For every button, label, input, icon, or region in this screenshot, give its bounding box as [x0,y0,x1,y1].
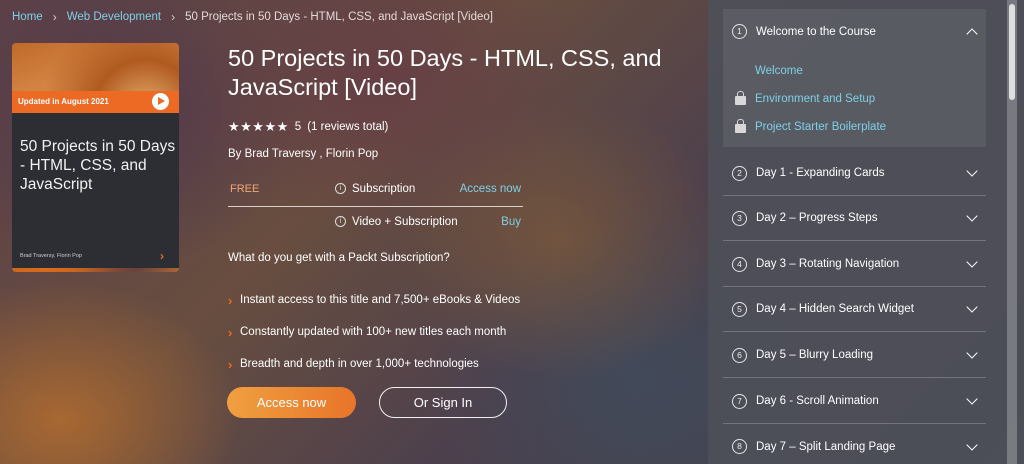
page-title: 50 Projects in 50 Days - HTML, CSS, and … [228,45,662,100]
breadcrumb-home[interactable]: Home [12,11,43,23]
list-item: › Constantly updated with 100+ new title… [228,316,520,348]
section-number: 3 [732,210,747,226]
plan-name: Video + Subscription [352,216,458,228]
subscription-question: What do you get with a Packt Subscriptio… [228,252,450,264]
section-title: Day 1 - Expanding Cards [756,167,885,179]
info-icon[interactable]: i [335,216,346,227]
section-number: 7 [732,393,747,409]
section-header[interactable]: 2 Day 1 - Expanding Cards [723,151,986,196]
section-8: 8 Day 7 – Split Landing Page [723,424,986,464]
lesson-title: Welcome [755,65,803,77]
section-title: Day 4 – Hidden Search Widget [756,303,914,315]
section-header[interactable]: 1 Welcome to the Course [723,9,986,54]
play-icon[interactable] [152,93,169,110]
breadcrumb-category[interactable]: Web Development [67,11,161,23]
rating-value: 5 [294,121,302,133]
feature-text: Constantly updated with 100+ new titles … [240,326,507,338]
chevron-down-icon[interactable] [966,438,978,451]
star-rating-icon: ★★★★★ [228,119,289,134]
cover-authors: Brad Traversy, Florin Pop [20,253,82,259]
section-3: 3 Day 2 – Progress Steps [723,196,986,241]
sign-in-button[interactable]: Or Sign In [379,387,507,418]
lock-icon [735,91,746,105]
chevron-down-icon[interactable] [966,301,978,313]
section-header[interactable]: 5 Day 4 – Hidden Search Widget [723,287,986,332]
section-7: 7 Day 6 - Scroll Animation [723,379,986,424]
chevron-down-icon[interactable] [966,256,978,268]
access-now-link[interactable]: Access now [460,183,521,195]
section-6: 6 Day 5 – Blurry Loading [723,333,986,378]
breadcrumb-current: 50 Projects in 50 Days - HTML, CSS, and … [185,11,493,23]
section-title: Day 3 – Rotating Navigation [756,258,900,270]
breadcrumb-separator-icon: › [52,10,57,24]
section-title: Day 2 – Progress Steps [756,212,878,224]
chevron-right-icon: › [228,292,233,308]
plan-name: Subscription [352,183,416,195]
breadcrumb: Home › Web Development › 50 Projects in … [12,10,493,24]
info-icon[interactable]: i [335,183,346,194]
section-1: 1 Welcome to the Course Welcome Environm… [723,9,986,147]
list-item: › Instant access to this title and 7,500… [228,284,520,316]
reviews-count[interactable]: (1 reviews total) [307,121,388,133]
chevron-right-icon: › [228,356,233,372]
lesson-list: Welcome Environment and Setup Project St… [723,54,986,147]
chevron-up-icon[interactable] [966,27,978,40]
feature-text: Instant access to this title and 7,500+ … [240,294,521,306]
chevron-down-icon[interactable] [966,393,978,405]
section-header[interactable]: 3 Day 2 – Progress Steps [723,196,986,241]
section-title: Day 5 – Blurry Loading [756,349,873,361]
cover-title: 50 Projects in 50 Days - HTML, CSS, and … [20,138,176,193]
section-title: Day 6 - Scroll Animation [756,395,879,407]
section-header[interactable]: 7 Day 6 - Scroll Animation [723,379,986,424]
lock-icon [735,119,746,133]
lesson-title: Environment and Setup [755,93,876,105]
lesson-item[interactable]: Welcome [755,57,986,85]
chevron-down-icon[interactable] [966,210,978,222]
section-number: 8 [732,439,747,454]
breadcrumb-separator-icon: › [171,10,176,24]
chevron-right-icon: › [228,324,233,340]
section-header[interactable]: 4 Day 3 – Rotating Navigation [723,242,986,287]
feature-list: › Instant access to this title and 7,500… [228,284,520,380]
section-title: Day 7 – Split Landing Page [756,440,896,453]
section-5: 5 Day 4 – Hidden Search Widget [723,287,986,332]
rating: ★★★★★ 5 (1 reviews total) [228,119,388,135]
scrollbar-thumb[interactable] [1009,4,1015,100]
list-item: › Breadth and depth in over 1,000+ techn… [228,348,520,380]
section-title: Welcome to the Course [756,25,876,38]
cover-arrow-icon: › [160,249,164,263]
section-header[interactable]: 6 Day 5 – Blurry Loading [723,333,986,378]
product-cover-image[interactable]: Updated in August 2021 50 Projects in 50… [12,43,179,272]
section-number: 6 [732,347,747,363]
chevron-down-icon[interactable] [966,347,978,359]
pricing-row-subscription: FREE i Subscription Access now [228,183,523,207]
section-number: 5 [732,301,747,317]
buy-link[interactable]: Buy [501,216,521,228]
lesson-item[interactable]: Project Starter Boilerplate [735,113,986,141]
section-number: 2 [732,165,747,181]
section-number: 4 [732,256,747,272]
section-4: 4 Day 3 – Rotating Navigation [723,242,986,287]
authors: By Brad Traversy , Florin Pop [228,148,379,160]
lesson-title: Project Starter Boilerplate [755,121,887,133]
access-now-button[interactable]: Access now [227,387,356,418]
section-2: 2 Day 1 - Expanding Cards [723,151,986,196]
chevron-down-icon[interactable] [966,165,978,177]
section-number: 1 [732,24,747,39]
lesson-item[interactable]: Environment and Setup [735,85,986,113]
free-label: FREE [230,183,260,195]
section-header[interactable]: 8 Day 7 – Split Landing Page [723,424,986,464]
feature-text: Breadth and depth in over 1,000+ technol… [240,358,479,370]
